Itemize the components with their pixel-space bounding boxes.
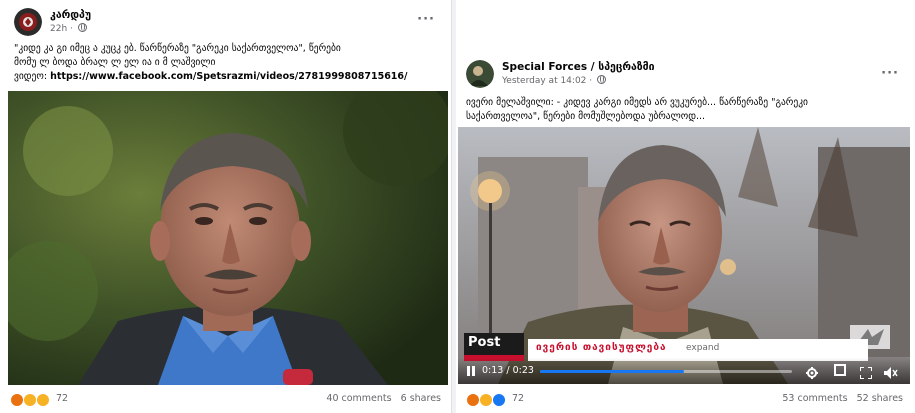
timestamp-text[interactable]: Yesterday at 14:02 <box>502 76 586 86</box>
man-photo <box>8 91 448 385</box>
lower-third-name: ივერის თავისუფლება <box>536 342 667 353</box>
engagement-counts: 53 comments 52 shares <box>776 393 903 404</box>
caption-line: "კიდე კა გი იმეც ა კუცკ ებ. წარწერაზე "გ… <box>14 43 341 54</box>
caption-line: საქართველოა", წერები მომუშლებოდა უბრალოდ… <box>466 111 706 122</box>
post-header: Special Forces / სპეცრაზმი Yesterday at … <box>466 60 905 92</box>
reactions-count[interactable]: 72 <box>56 393 68 404</box>
more-icon[interactable]: ··· <box>881 66 899 81</box>
caption-line: ივერი მელაშვილი: - კიდევ კარგი იმედს არ … <box>466 97 808 108</box>
video-progress-track[interactable] <box>540 370 792 373</box>
post-caption: "კიდე კა გი იმეც ა კუცკ ებ. წარწერაზე "გ… <box>14 42 444 84</box>
video-frame <box>458 127 910 384</box>
wow-reaction-icon <box>479 393 494 407</box>
post-left: კარდპუ 22h · ··· "კიდე კა გი იმეც ა კუცკ… <box>0 0 452 413</box>
page-avatar[interactable] <box>466 60 494 88</box>
reactions-count[interactable]: 72 <box>512 393 524 404</box>
reactions-row[interactable] <box>10 393 51 407</box>
post-timestamp[interactable]: Yesterday at 14:02 · <box>502 75 607 86</box>
page-name[interactable]: კარდპუ <box>50 9 91 21</box>
post-footer: 72 40 comments 6 shares <box>10 391 441 409</box>
video-player[interactable]: Post ივერის თავისუფლება expand 0:13 / 0:… <box>458 127 910 384</box>
globe-icon <box>597 75 607 84</box>
video-time: 0:13 / 0:23 <box>482 365 534 376</box>
post-footer: 72 53 comments 52 shares <box>466 391 903 409</box>
post-right: Special Forces / სპეცრაზმი Yesterday at … <box>456 0 915 413</box>
post-image[interactable] <box>8 91 448 385</box>
angry-reaction-icon <box>466 393 480 407</box>
video-link-line: ვიდეო: https://www.facebook.com/Spetsraz… <box>14 70 444 84</box>
lower-third-logo: Post <box>464 333 524 361</box>
more-icon[interactable]: ··· <box>417 12 435 27</box>
caption-line: მომუ ლ ბოდა ბრალ ლ ელ ია ი მ ლაშვილი <box>14 57 216 68</box>
video-label: ვიდეო: <box>14 71 48 82</box>
post-header: კარდპუ 22h · ··· <box>14 8 441 40</box>
pause-icon[interactable] <box>466 366 476 376</box>
video-controls: 0:13 / 0:23 <box>458 358 910 384</box>
timestamp-text[interactable]: 22h <box>50 24 67 34</box>
shares-count[interactable]: 52 shares <box>857 393 903 404</box>
sad-reaction-icon <box>36 393 51 407</box>
comments-count[interactable]: 40 comments <box>326 393 391 404</box>
lower-third-suffix: expand <box>686 343 720 353</box>
page-avatar[interactable] <box>14 8 42 36</box>
post-timestamp[interactable]: 22h · <box>50 23 87 34</box>
wow-reaction-icon <box>23 393 38 407</box>
angry-reaction-icon <box>10 393 24 407</box>
page-name[interactable]: Special Forces / სპეცრაზმი <box>502 61 655 73</box>
volume-icon[interactable] <box>884 364 898 379</box>
pip-icon[interactable] <box>834 364 846 376</box>
video-progress-fill <box>540 370 684 373</box>
like-reaction-icon <box>492 393 507 407</box>
comments-count[interactable]: 53 comments <box>782 393 847 404</box>
post-caption: ივერი მელაშვილი: - კიდევ კარგი იმედს არ … <box>466 96 906 124</box>
engagement-counts: 40 comments 6 shares <box>320 393 441 404</box>
fullscreen-icon[interactable] <box>859 364 873 380</box>
reactions-row[interactable] <box>466 393 507 407</box>
globe-icon <box>77 23 87 32</box>
video-url-link[interactable]: https://www.facebook.com/Spetsrazmi/vide… <box>50 71 407 82</box>
gear-icon[interactable] <box>806 364 818 379</box>
shares-count[interactable]: 6 shares <box>401 393 441 404</box>
